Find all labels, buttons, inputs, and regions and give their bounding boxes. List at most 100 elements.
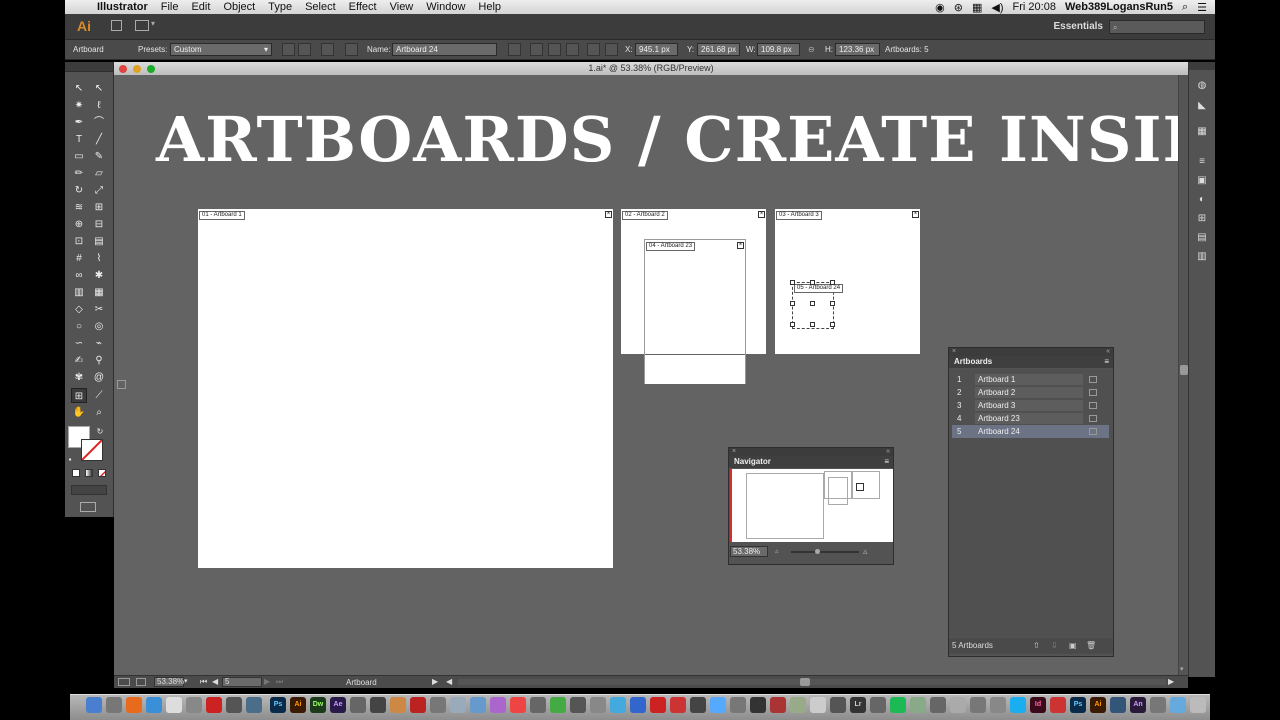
app-icon[interactable] xyxy=(590,697,606,713)
clock[interactable]: Fri 20:08 xyxy=(1013,1,1056,13)
constrain-proportions-icon[interactable]: ⊖ xyxy=(808,45,815,54)
first-artboard-icon[interactable]: ⏮ xyxy=(200,677,207,687)
rectangle-tool-icon[interactable]: ▭ xyxy=(71,149,87,164)
app-icon[interactable] xyxy=(246,697,262,713)
menu-file[interactable]: File xyxy=(161,1,179,13)
curvature-tool-icon[interactable]: ⌒ xyxy=(91,115,107,130)
move-down-icon[interactable]: ⇩ xyxy=(1051,638,1058,654)
app-icon[interactable] xyxy=(1050,697,1066,713)
app-icon[interactable] xyxy=(930,697,946,713)
lightroom-icon[interactable]: Lr xyxy=(850,697,866,713)
screen-mode-icon[interactable] xyxy=(80,502,96,512)
scroll-down-icon[interactable]: ▾ xyxy=(1180,665,1184,673)
magic-wand-tool-icon[interactable]: ✷ xyxy=(71,98,87,113)
zoom-tool-icon[interactable]: ⌕ xyxy=(91,405,107,420)
artboard-row-name[interactable]: Artboard 3 xyxy=(975,400,1083,411)
menu-edit[interactable]: Edit xyxy=(191,1,210,13)
artboard-number-input[interactable]: 5 xyxy=(222,677,262,687)
gradient-icon[interactable]: ▣ xyxy=(1195,175,1209,187)
menu-help[interactable]: Help xyxy=(478,1,501,13)
artboard-tool-icon[interactable]: ⊞ xyxy=(71,388,87,403)
shape-builder-tool-icon[interactable]: ⊕ xyxy=(71,217,87,232)
artboard-row-selected[interactable]: 5 Artboard 24 xyxy=(952,425,1109,438)
zoom-slider[interactable] xyxy=(791,549,859,554)
blend-tool-icon[interactable]: ∞ xyxy=(71,268,87,283)
app-icon[interactable] xyxy=(430,697,446,713)
zoom-window-button[interactable] xyxy=(147,65,155,73)
center-mark[interactable] xyxy=(810,301,815,306)
dock-header[interactable] xyxy=(1189,62,1215,70)
navigator-tab[interactable]: Navigator ≡ xyxy=(729,456,893,468)
pencil-tool-icon[interactable]: ✏ xyxy=(71,166,87,181)
trash-icon[interactable] xyxy=(1190,697,1206,713)
bridge-icon[interactable] xyxy=(111,20,122,31)
finder-icon[interactable] xyxy=(86,697,102,713)
resize-handle[interactable] xyxy=(790,322,795,327)
artboard-row[interactable]: 1 Artboard 1 xyxy=(952,373,1109,386)
zoom-slider-thumb[interactable] xyxy=(815,549,820,554)
presets-select[interactable]: Custom ▾ xyxy=(170,43,272,56)
swatches-icon[interactable]: ▦ xyxy=(1195,126,1209,138)
portrait-icon[interactable] xyxy=(282,43,295,56)
creative-cloud-icon[interactable]: ⊛ xyxy=(954,1,963,14)
artboard-row-name[interactable]: Artboard 1 xyxy=(975,374,1083,385)
artboard-label[interactable]: 01 - Artboard 1 xyxy=(199,211,245,220)
color-mode-icon[interactable] xyxy=(72,469,80,477)
smooth-tool-icon[interactable]: ∽ xyxy=(71,336,87,351)
artboard-options-icon[interactable] xyxy=(587,43,600,56)
scissors-tool-icon[interactable]: ✂ xyxy=(91,302,107,317)
app-icon[interactable] xyxy=(530,697,546,713)
app-icon[interactable] xyxy=(790,697,806,713)
pen-tool-icon[interactable]: ✒ xyxy=(71,115,87,130)
last-artboard-icon[interactable]: ⏭ xyxy=(276,677,283,687)
artboard-options-icon[interactable] xyxy=(1089,402,1097,409)
artboard-row-name[interactable]: Artboard 24 xyxy=(975,426,1083,437)
menu-window[interactable]: Window xyxy=(426,1,465,13)
itunes-icon[interactable] xyxy=(510,697,526,713)
app-icon[interactable] xyxy=(730,697,746,713)
arrange-documents-icon[interactable] xyxy=(135,20,149,31)
status-tool-label[interactable]: Artboard xyxy=(346,678,377,687)
app-icon[interactable] xyxy=(550,697,566,713)
zoom-in-icon[interactable]: ▵ xyxy=(863,546,868,557)
flag-icon[interactable]: ▦ xyxy=(972,1,982,14)
app-icon[interactable] xyxy=(810,697,826,713)
twirl-tool-icon[interactable]: @ xyxy=(91,370,107,385)
new-artboard-icon[interactable] xyxy=(321,43,334,56)
scroll-right-icon[interactable]: ▶ xyxy=(1168,677,1174,686)
width-tool-icon[interactable]: ≋ xyxy=(71,200,87,215)
artboard-row[interactable]: 2 Artboard 2 xyxy=(952,386,1109,399)
resize-handle[interactable] xyxy=(790,280,795,285)
y-input[interactable]: 261.68 px xyxy=(697,43,740,56)
show-safe-areas-icon[interactable] xyxy=(566,43,579,56)
horizontal-scroll-thumb[interactable] xyxy=(800,678,810,686)
measure-tool-icon[interactable]: ⟋ xyxy=(91,388,107,403)
menu-type[interactable]: Type xyxy=(268,1,292,13)
close-artboard-icon[interactable]: × xyxy=(605,211,612,218)
scale-tool-icon[interactable]: ⤢ xyxy=(91,183,107,198)
horizontal-scrollbar[interactable] xyxy=(458,678,1166,686)
app-icon[interactable] xyxy=(710,697,726,713)
resize-handle[interactable] xyxy=(810,280,815,285)
app-icon[interactable] xyxy=(570,697,586,713)
pinterest-icon[interactable] xyxy=(670,697,686,713)
gradient-tool-icon[interactable]: ▤ xyxy=(91,234,107,249)
app-icon[interactable] xyxy=(950,697,966,713)
tools-panel-header[interactable] xyxy=(65,62,113,72)
navigator-thumbnail[interactable] xyxy=(730,469,893,542)
app-icon[interactable] xyxy=(990,697,1006,713)
artboard-1[interactable]: 01 - Artboard 1 × xyxy=(198,209,613,568)
app-icon[interactable] xyxy=(770,697,786,713)
color-guide-icon[interactable]: ◍ xyxy=(1195,80,1209,92)
rotate-tool-icon[interactable]: ↻ xyxy=(71,183,87,198)
close-artboard-icon[interactable]: × xyxy=(758,211,765,218)
zoom-level-input[interactable]: 53.38% xyxy=(154,677,184,687)
artboard-row-name[interactable]: Artboard 23 xyxy=(975,413,1083,424)
workspace-switcher[interactable]: Essentials xyxy=(1054,21,1103,32)
close-panel-icon[interactable]: × xyxy=(952,348,956,355)
app-icon[interactable] xyxy=(370,697,386,713)
eraser-tool-icon[interactable]: ▱ xyxy=(91,166,107,181)
animate-icon[interactable]: An xyxy=(1130,697,1146,713)
zoom-chevron-icon[interactable]: ▾ xyxy=(184,677,188,685)
artboard-row-name[interactable]: Artboard 2 xyxy=(975,387,1083,398)
